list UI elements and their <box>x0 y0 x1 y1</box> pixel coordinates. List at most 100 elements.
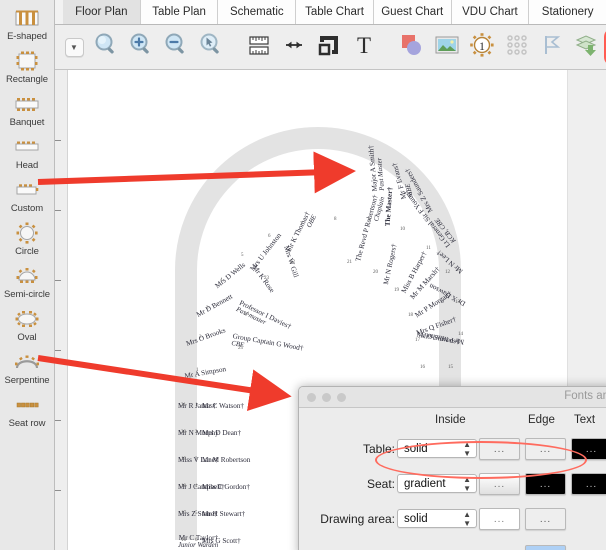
seat-row-icon <box>14 394 40 416</box>
tab-table-chart[interactable]: Table Chart <box>296 0 374 24</box>
image-button[interactable] <box>431 30 463 64</box>
zoom-out-button[interactable] <box>160 30 192 64</box>
zoom-tool-button[interactable] <box>90 30 122 64</box>
main-toolbar[interactable]: ▼ T 1 <box>55 25 606 70</box>
seat-number: 2 <box>199 335 202 340</box>
rectangle-table-icon <box>14 50 40 72</box>
table-inside-value: solid <box>404 442 428 455</box>
drawing-area-inside-select[interactable]: solid ▲ ▼ <box>397 509 477 528</box>
seat-number: 17 <box>415 338 420 343</box>
table-edge-colour-button[interactable]: ... <box>525 438 566 460</box>
tab-stationery[interactable]: Stationery <box>529 0 606 24</box>
ruler-button[interactable] <box>243 30 275 64</box>
seat-number: 1 <box>195 403 198 408</box>
fonts-and-colours-dialog[interactable]: Fonts an Inside Edge Text Table: solid ▲… <box>298 386 606 550</box>
chevron-down-icon: ▼ <box>64 37 84 57</box>
seat-number: 3 <box>195 457 198 462</box>
zoom-in-button[interactable] <box>125 30 157 64</box>
seat-number: 19 <box>394 288 399 293</box>
zoom-select-button[interactable] <box>195 30 227 64</box>
oval-table-icon <box>14 308 40 330</box>
dialog-titlebar[interactable]: Fonts an <box>299 387 606 408</box>
sidebar-item-e-shaped[interactable]: E-shaped <box>0 4 54 47</box>
seat-number: 4 <box>220 278 223 283</box>
sidebar-item-rectangle[interactable]: Rectangle <box>0 47 54 90</box>
row-label-table: Table: <box>362 442 395 456</box>
tab-vdu-chart[interactable]: VDU Chart <box>451 0 530 24</box>
magnifier-plus-icon <box>128 32 154 63</box>
seat-inside-select[interactable]: gradient ▲ ▼ <box>397 474 477 493</box>
guest-name: Miss C Gordon† <box>202 483 250 491</box>
sidebar-item-label: Head <box>15 160 39 171</box>
zoom-button[interactable] <box>337 392 346 402</box>
seat-inside-colour-button[interactable]: ... <box>479 473 520 495</box>
seat-text-colour-button[interactable]: ... <box>571 473 606 495</box>
svg-text:1: 1 <box>479 39 485 53</box>
seat-edge-colour-button[interactable]: ... <box>525 473 566 495</box>
selected-colour-button[interactable] <box>525 545 566 550</box>
tab-label: Floor Plan <box>75 6 128 18</box>
sidebar-item-banquet[interactable]: Banquet <box>0 90 54 133</box>
column-header-text: Text <box>574 414 596 426</box>
double-arrow-icon <box>282 37 306 58</box>
vertical-ruler <box>55 70 68 550</box>
close-button[interactable] <box>307 392 316 402</box>
table-inside-select[interactable]: solid ▲ ▼ <box>397 439 477 458</box>
layers-button[interactable] <box>571 30 603 64</box>
sidebar-item-label: Serpentine <box>4 375 50 386</box>
drawing-area-edge-colour-button[interactable]: ... <box>525 508 566 530</box>
seat-number: 19 <box>181 457 186 462</box>
sidebar-item-head[interactable]: Head <box>0 133 54 176</box>
seat-number: 7 <box>300 222 303 227</box>
tab-guest-chart[interactable]: Guest Chart <box>373 0 452 24</box>
sidebar-item-custom[interactable]: Custom <box>0 176 54 219</box>
minimize-button[interactable] <box>322 392 331 402</box>
seat-number: 11 <box>426 246 431 251</box>
table-inside-colour-button[interactable]: ... <box>479 438 520 460</box>
text-t-icon: T <box>353 33 375 62</box>
seat-number: 21 <box>181 403 186 408</box>
shape-sidebar[interactable]: E-shaped Rectangle Banquet Head Custom C… <box>0 0 55 550</box>
sidebar-item-circle[interactable]: Circle <box>0 219 54 262</box>
guest-name: Mr H Stewart† <box>202 510 246 518</box>
table-text-colour-button[interactable]: ... <box>571 438 606 460</box>
flag-button[interactable] <box>536 30 568 64</box>
table-number-button[interactable]: 1 <box>466 30 498 64</box>
text-button[interactable]: T <box>348 30 380 64</box>
seat-number: 16 <box>420 365 425 370</box>
tab-table-plan[interactable]: Table Plan <box>140 0 219 24</box>
dialog-body[interactable]: Inside Edge Text Table: solid ▲ ▼ ... ...… <box>299 408 606 550</box>
drawing-area-inside-value: solid <box>404 512 428 525</box>
view-tab-bar[interactable]: Floor Plan Table Plan Schematic Table Ch… <box>55 0 606 25</box>
sidebar-item-seat-row[interactable]: Seat row <box>0 391 54 434</box>
tab-floor-plan[interactable]: Floor Plan <box>63 0 141 24</box>
grid-button[interactable] <box>501 30 533 64</box>
stepper-icon: ▲ ▼ <box>463 510 471 528</box>
sidebar-item-oval[interactable]: Oval <box>0 305 54 348</box>
tab-label: Schematic <box>229 6 284 18</box>
seat-number: 5 <box>195 511 198 516</box>
colour-shapes-button[interactable] <box>396 30 428 64</box>
tab-label: Guest Chart <box>381 6 444 18</box>
seat-number: 24 <box>244 312 249 317</box>
sidebar-item-label: Rectangle <box>6 74 48 85</box>
sidebar-item-label: Semi-circle <box>4 289 50 300</box>
sidebar-item-serpentine[interactable]: Serpentine <box>0 348 54 391</box>
column-header-edge: Edge <box>528 414 555 426</box>
e-shaped-table-icon <box>14 7 40 29</box>
drawing-area-inside-colour-button[interactable]: ... <box>479 508 520 530</box>
sidebar-item-semi-circle[interactable]: Semi-circle <box>0 262 54 305</box>
seat-number: 13 <box>455 300 460 305</box>
sidebar-item-label: Seat row <box>8 418 46 429</box>
guest-name: Mrs G Scott† <box>202 537 241 545</box>
shape-button[interactable] <box>313 30 345 64</box>
dimension-button[interactable] <box>278 30 310 64</box>
magnifier-minus-icon <box>163 32 189 63</box>
seat-number: 16 <box>181 538 186 543</box>
sidebar-item-label: Circle <box>15 246 39 257</box>
column-header-inside: Inside <box>435 414 466 426</box>
tab-schematic[interactable]: Schematic <box>218 0 297 24</box>
row-label-seat: Seat: <box>366 477 395 491</box>
overflow-chevron-button[interactable]: ▼ <box>61 30 87 64</box>
tab-label: Table Chart <box>305 6 364 18</box>
